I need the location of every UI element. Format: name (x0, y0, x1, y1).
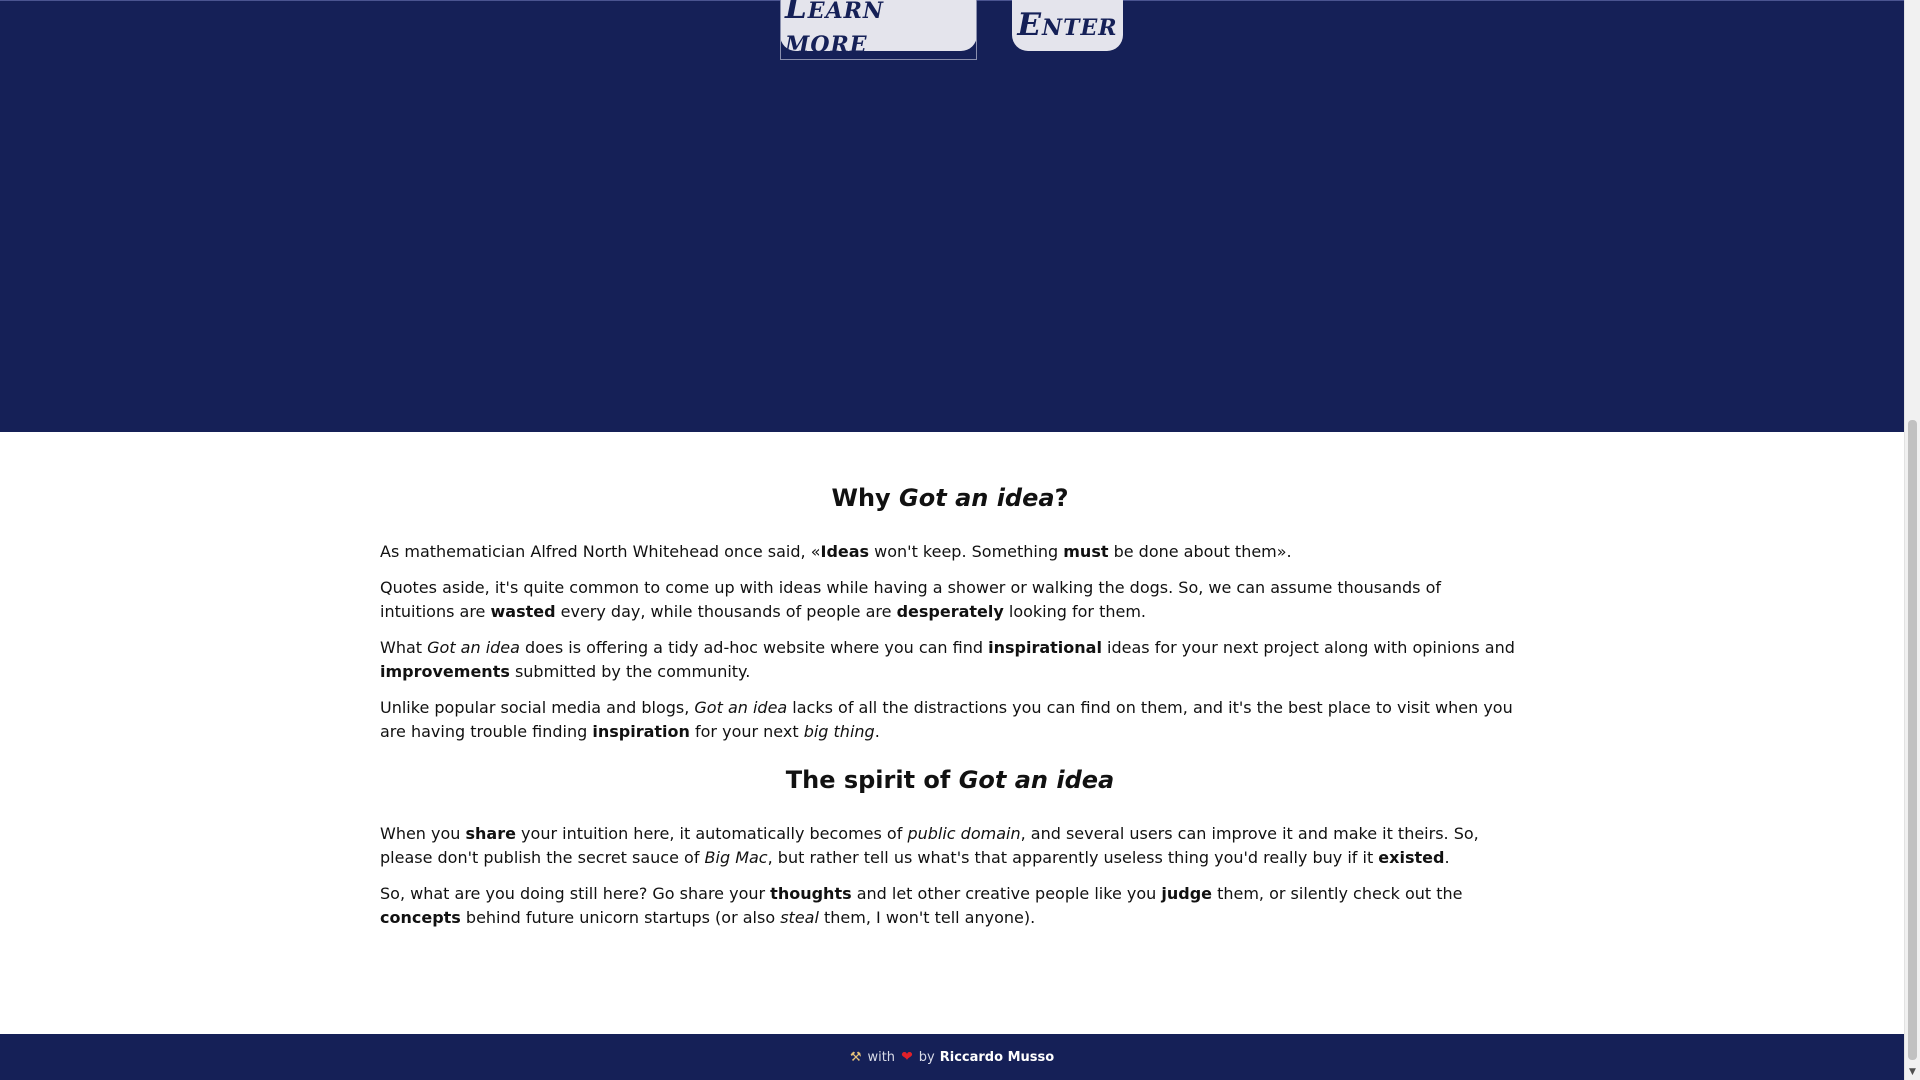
enter-button[interactable]: Enter (1012, 0, 1123, 51)
spirit-heading: The spirit of Got an idea (785, 766, 1115, 794)
learn-more-button[interactable]: Learn more (780, 0, 977, 60)
page: Learn more Enter Why Got an idea? As mat… (0, 0, 1904, 1080)
footer: ⚒ with ❤ by Riccardo Musso (0, 1034, 1904, 1080)
about-paragraph-1: As mathematician Alfred North Whitehead … (380, 542, 1292, 561)
enter-label: Enter (1017, 7, 1118, 43)
scrollbar-thumb[interactable] (1908, 420, 1917, 1060)
about-paragraph-3: What Got an idea does is offering a tidy… (380, 638, 1515, 681)
hero-section: Learn more Enter (0, 0, 1904, 432)
heart-icon: ❤ (901, 1049, 913, 1065)
about-paragraph-2: Quotes aside, it's quite common to come … (380, 578, 1442, 621)
learn-more-label: Learn more (780, 0, 977, 60)
author-link[interactable]: Riccardo Musso (940, 1050, 1054, 1065)
spirit-paragraph-2: So, what are you doing still here? Go sh… (380, 884, 1463, 927)
about-paragraph-4: Unlike popular social media and blogs, G… (380, 698, 1513, 741)
vertical-scrollbar[interactable]: ▼ (1904, 0, 1920, 1080)
hammer-and-pick-icon: ⚒ (849, 1049, 862, 1065)
footer-by-text: by (918, 1049, 935, 1065)
footer-with-text: with (867, 1049, 896, 1065)
why-heading: Why Got an idea? (831, 484, 1069, 512)
scroll-down-arrow-icon[interactable]: ▼ (1905, 1064, 1920, 1080)
spirit-paragraph-1: When you share your intuition here, it a… (380, 824, 1479, 867)
main-content: Why Got an idea? As mathematician Alfred… (380, 432, 1520, 942)
